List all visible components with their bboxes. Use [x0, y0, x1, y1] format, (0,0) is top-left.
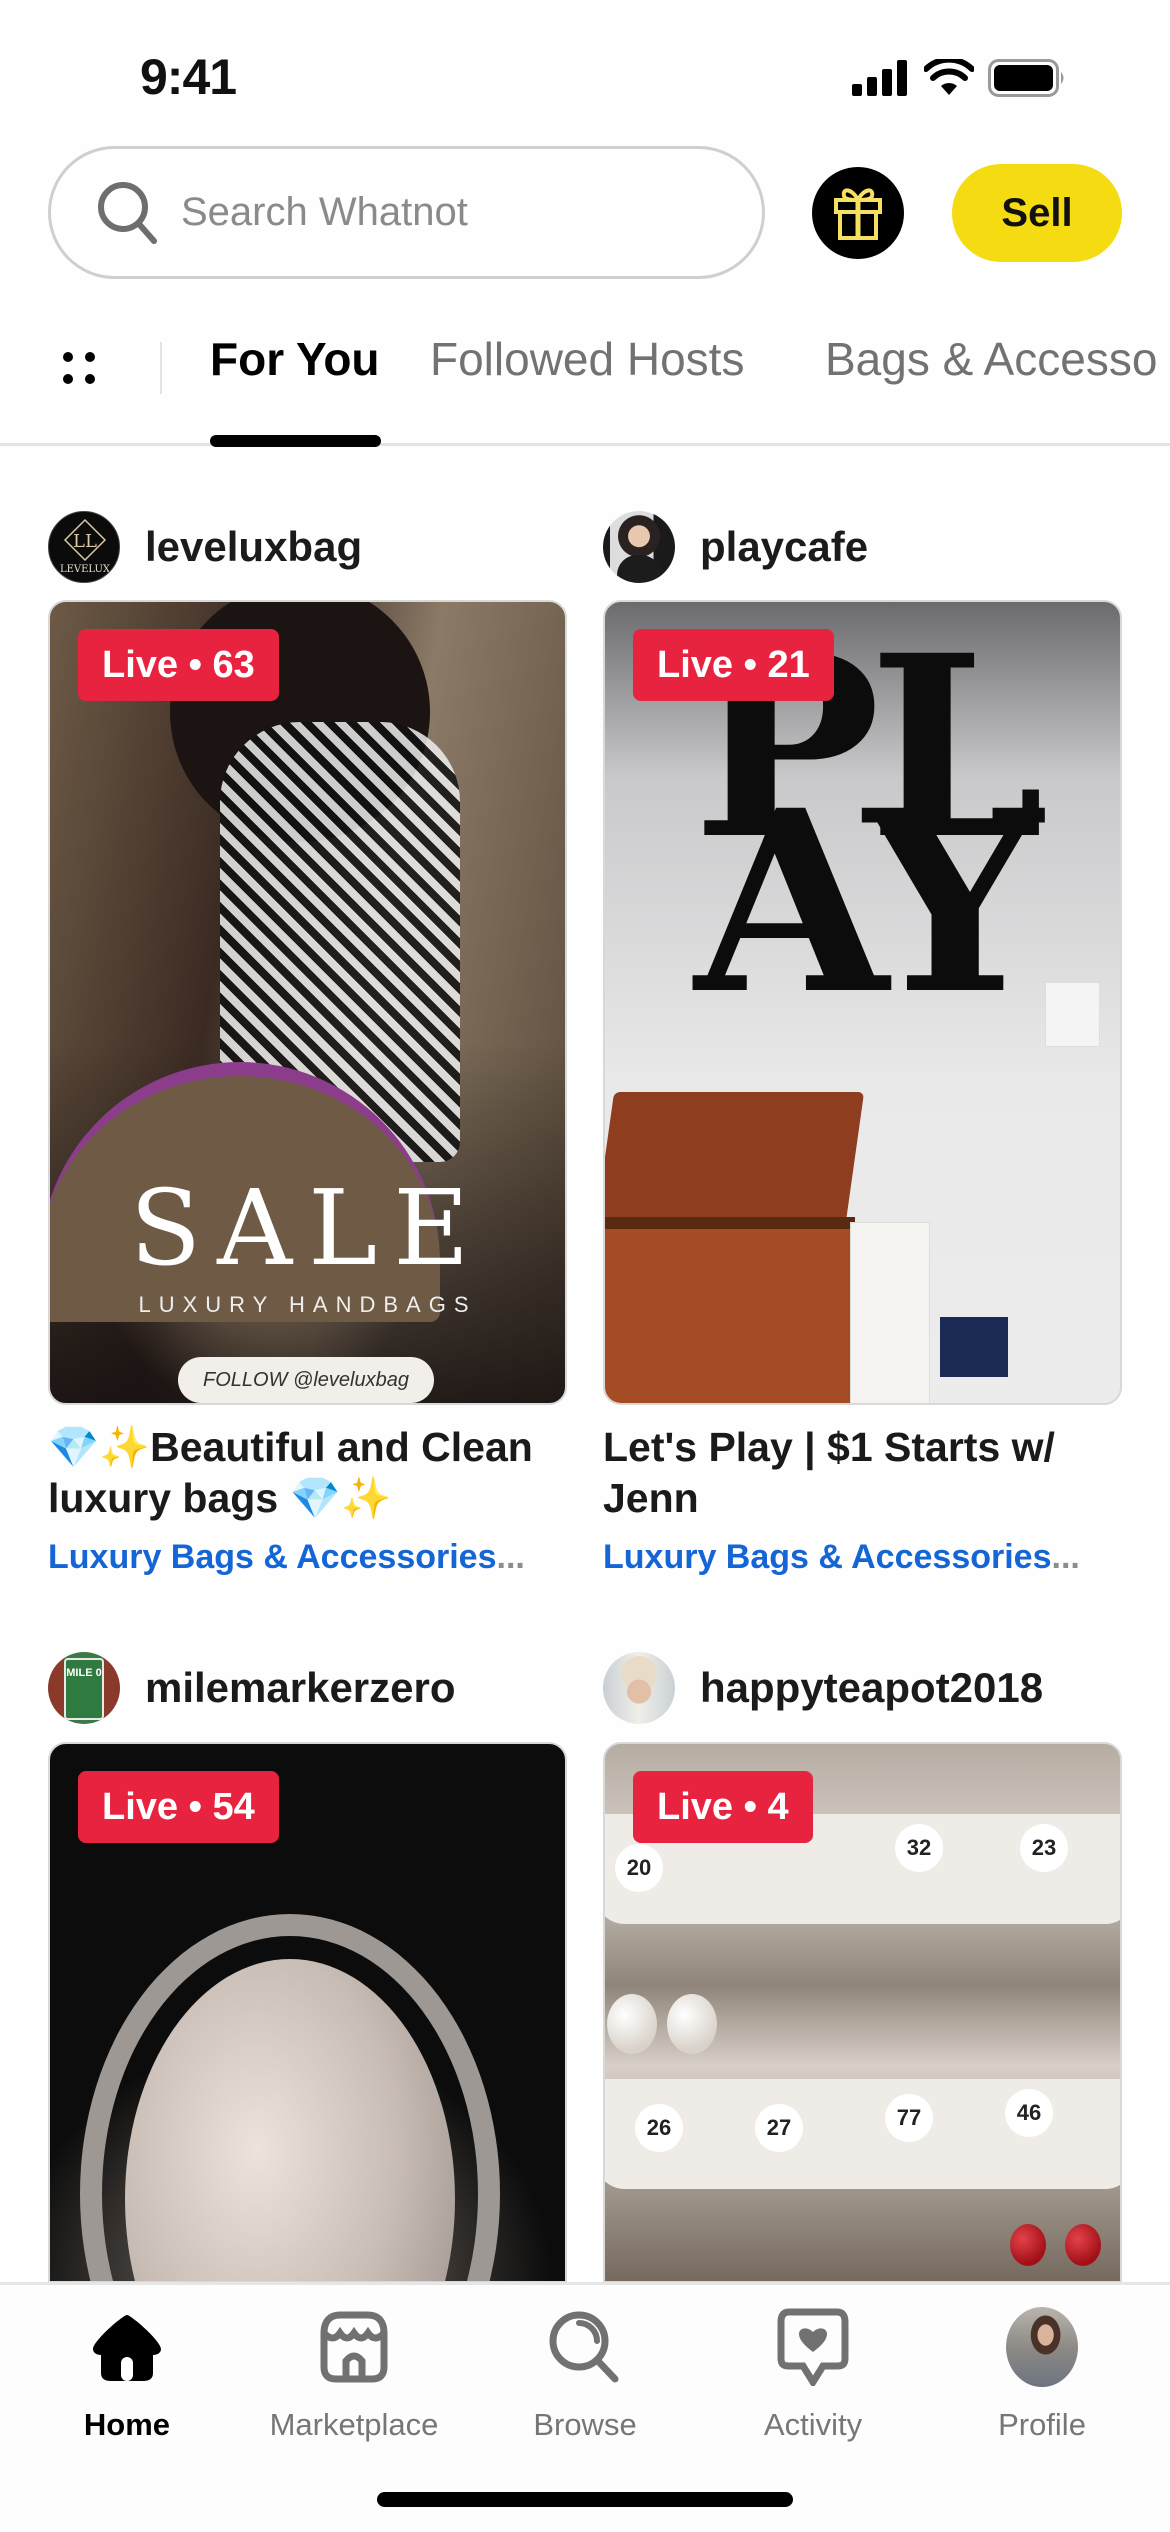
search-input[interactable]: Search Whatnot [48, 146, 765, 279]
item-number-tag: 32 [895, 1824, 943, 1872]
nav-home[interactable]: Home [17, 2307, 237, 2443]
live-stream-thumbnail[interactable]: Live • 54 [48, 1742, 567, 2283]
seller-row[interactable]: playcafe [603, 511, 868, 583]
item-number-tag: 27 [755, 2104, 803, 2152]
battery-icon [988, 59, 1064, 97]
category-label[interactable]: Luxury Bags & Accessories [603, 1538, 1052, 1576]
item-number-tag: 26 [635, 2104, 683, 2152]
cellular-signal-icon [852, 60, 907, 96]
overlay-follow: FOLLOW @leveluxbag [178, 1357, 434, 1403]
seller-name[interactable]: playcafe [700, 523, 868, 571]
nav-marketplace[interactable]: Marketplace [244, 2307, 464, 2443]
stream-title[interactable]: 💎✨Beautiful and Clean luxury bags 💎✨ [48, 1422, 588, 1524]
overlay-subline: LUXURY HANDBAGS [138, 1292, 477, 1317]
stream-category[interactable]: Luxury Bags & Accessories... [48, 1538, 525, 1577]
wifi-icon [924, 59, 974, 95]
live-stream-thumbnail[interactable]: 20 32 23 26 27 77 46 Live • 4 [603, 1742, 1122, 2283]
search-placeholder: Search Whatnot [181, 190, 468, 234]
item-number-tag: 46 [1005, 2089, 1053, 2137]
heart-message-icon [777, 2308, 849, 2386]
svg-text:LL: LL [73, 531, 97, 552]
storefront-icon [320, 2311, 388, 2383]
levelux-logo-icon: LL LEVELUX [60, 518, 111, 575]
red-drop-earring [1065, 2224, 1101, 2266]
home-indicator [377, 2492, 793, 2507]
active-tab-indicator [210, 435, 381, 447]
seller-name[interactable]: milemarkerzero [145, 1664, 456, 1712]
ellipsis: ... [496, 1538, 525, 1576]
nav-label: Profile [998, 2407, 1086, 2442]
item-number-tag: 77 [885, 2094, 933, 2142]
avatar[interactable]: MILE 0 [48, 1652, 120, 1724]
status-icons [852, 58, 1068, 98]
seller-row[interactable]: LL LEVELUX leveluxbag [48, 511, 362, 583]
stream-category[interactable]: Luxury Bags & Accessories... [603, 1538, 1080, 1577]
overlay-text-line2: AY [694, 755, 1043, 1049]
live-viewer-badge: Live • 54 [78, 1771, 279, 1843]
pearl-earring [607, 1994, 657, 2054]
avatar[interactable] [603, 1652, 675, 1724]
pearl-earring [667, 1994, 717, 2054]
record-player-lid [605, 1092, 865, 1222]
sell-button[interactable]: Sell [952, 164, 1122, 262]
live-viewer-badge: Live • 4 [633, 1771, 813, 1843]
avatar-sign: MILE 0 [64, 1658, 104, 1720]
nav-browse[interactable]: Browse [475, 2307, 695, 2443]
seller-name[interactable]: leveluxbag [145, 523, 362, 571]
home-icon [93, 2315, 161, 2381]
item-number-tag: 23 [1020, 1824, 1068, 1872]
nav-activity[interactable]: Activity [703, 2307, 923, 2443]
tab-for-you[interactable]: For You [210, 332, 380, 386]
avatar[interactable] [603, 511, 675, 583]
nav-label: Browse [533, 2407, 637, 2442]
nav-label: Marketplace [269, 2407, 439, 2442]
tab-divider [160, 342, 162, 394]
browse-search-icon [549, 2311, 619, 2383]
live-viewer-badge: Live • 63 [78, 629, 279, 701]
item-number-tag: 20 [615, 1844, 663, 1892]
seller-row[interactable]: happyteapot2018 [603, 1652, 1043, 1724]
avatar-figure [617, 555, 661, 583]
nav-label: Activity [763, 2407, 863, 2442]
live-viewer-badge: Live • 21 [633, 629, 834, 701]
search-icon [98, 181, 157, 244]
gift-button[interactable] [812, 167, 904, 259]
svg-text:LEVELUX: LEVELUX [60, 564, 111, 575]
red-drop-earring [1010, 2224, 1046, 2266]
seller-name[interactable]: happyteapot2018 [700, 1664, 1043, 1712]
overlay-headline: SALE [129, 1167, 486, 1289]
category-tabs: For You Followed Hosts Bags & Accesso [0, 300, 1170, 447]
ellipsis: ... [1051, 1538, 1080, 1576]
live-stream-thumbnail[interactable]: PL AY Live • 21 [603, 600, 1122, 1405]
category-label[interactable]: Luxury Bags & Accessories [48, 1538, 497, 1576]
status-time: 9:41 [140, 49, 237, 105]
live-stream-thumbnail[interactable]: SALE LUXURY HANDBAGS FOLLOW @leveluxbag … [48, 600, 567, 1405]
stream-title[interactable]: Let's Play | $1 Starts w/ Jenn [603, 1422, 1143, 1524]
seller-row[interactable]: MILE 0 milemarkerzero [48, 1652, 456, 1724]
category-grid-icon[interactable] [60, 348, 100, 388]
light-switch [1045, 982, 1100, 1047]
nav-profile[interactable]: Profile [932, 2307, 1152, 2443]
gift-icon [834, 188, 882, 240]
avatar [1006, 2307, 1078, 2387]
record-player [605, 1217, 855, 1403]
tab-followed-hosts[interactable]: Followed Hosts [430, 332, 744, 386]
tab-bags-accessories[interactable]: Bags & Accesso [825, 332, 1157, 386]
books [850, 1222, 930, 1403]
nav-label: Home [83, 2407, 171, 2442]
blue-box [940, 1317, 1008, 1377]
avatar[interactable]: LL LEVELUX [48, 511, 120, 583]
